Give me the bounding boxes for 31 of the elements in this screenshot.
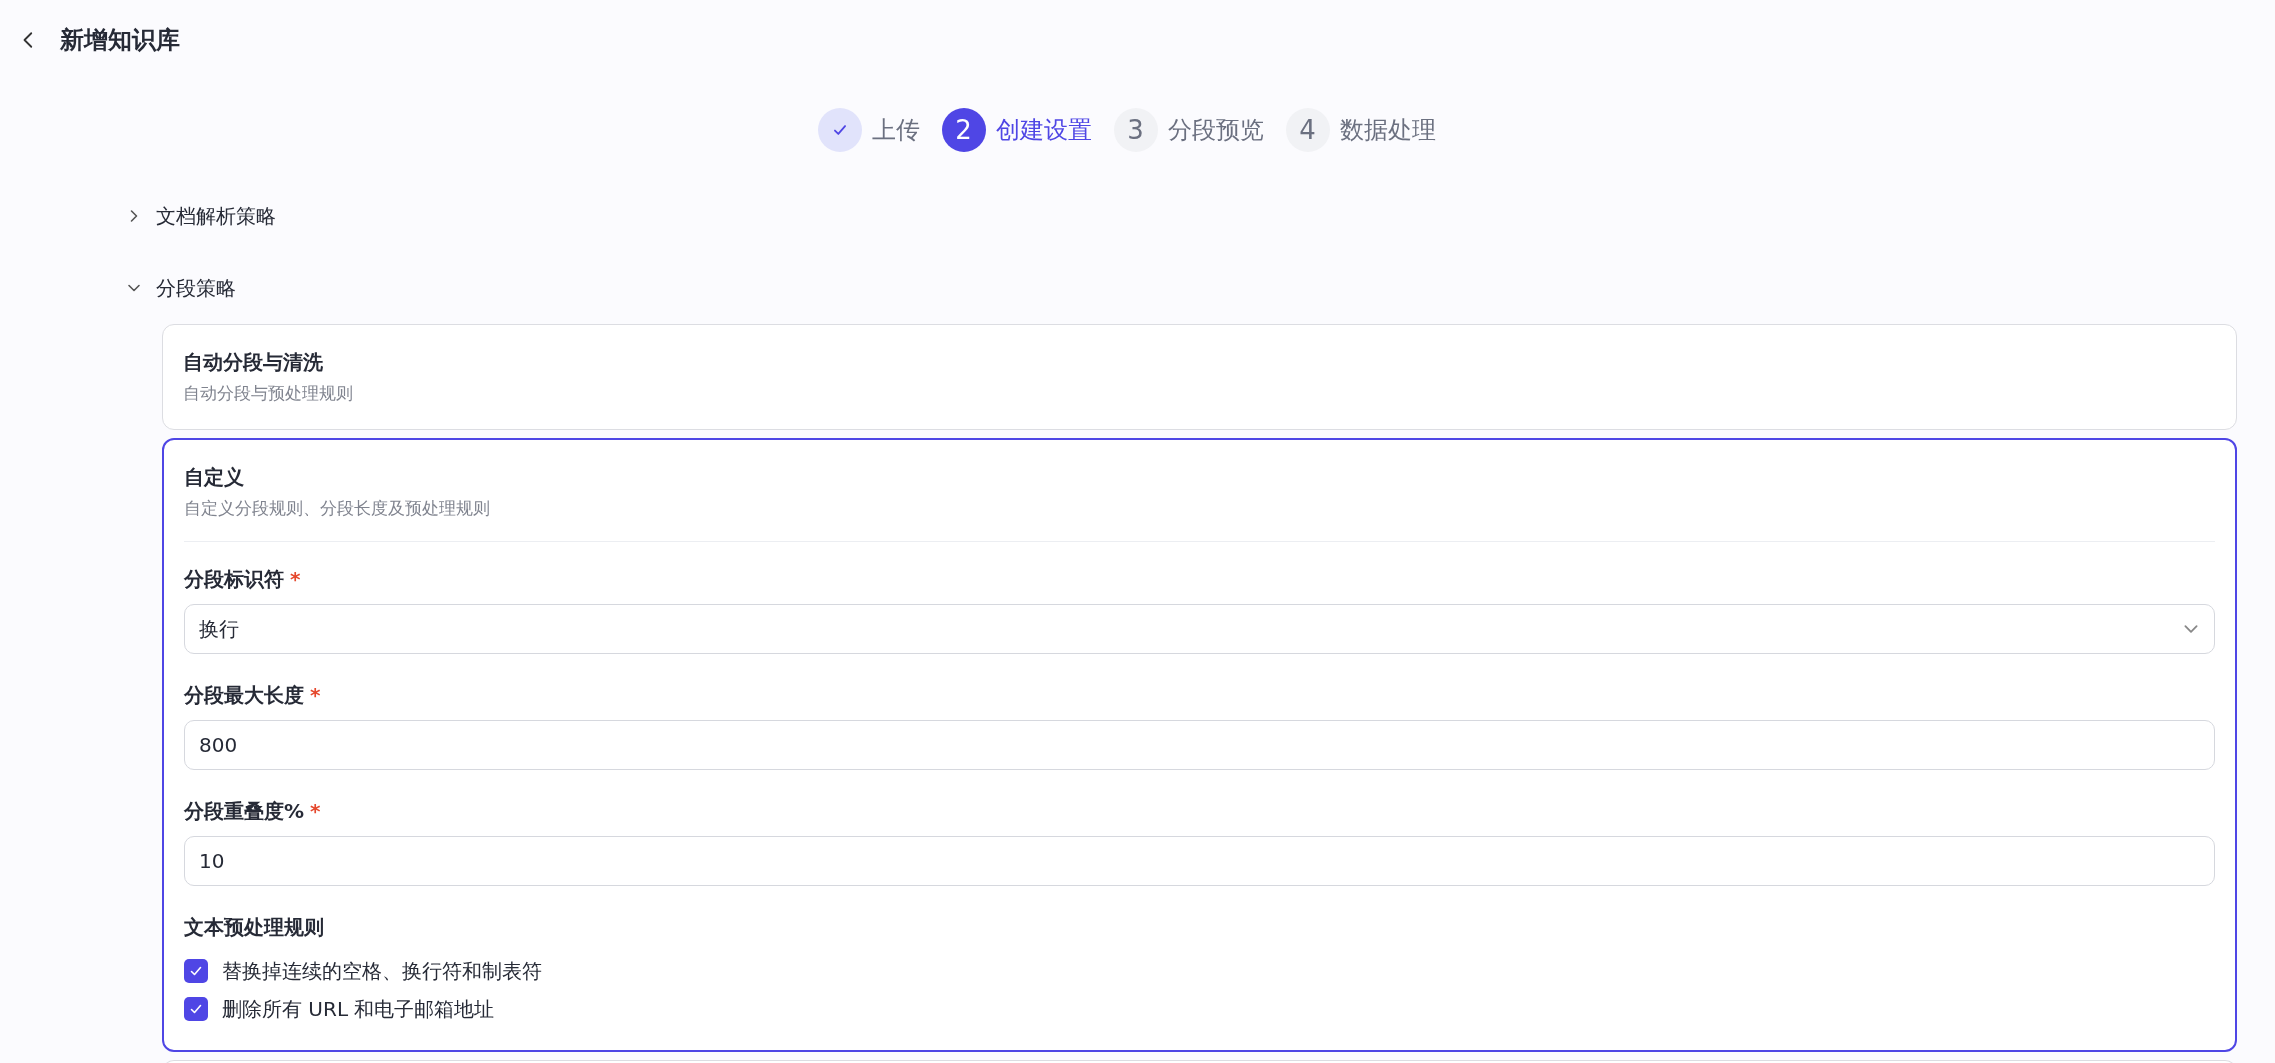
step-label: 创建设置	[995, 115, 1092, 146]
step-label: 数据处理	[1339, 115, 1436, 146]
option-description: 自动分段与预处理规则	[183, 382, 354, 405]
step-circle[interactable]: 2	[941, 108, 986, 152]
checkbox-label: 删除所有 URL 和电子邮箱地址	[222, 996, 495, 1023]
option-title: 自定义	[184, 463, 245, 491]
checkbox[interactable]	[184, 959, 208, 983]
option-description: 自定义分段规则、分段长度及预处理规则	[184, 496, 491, 520]
checkbox[interactable]	[184, 997, 208, 1021]
option-card[interactable]: 自动分段与清洗 自动分段与预处理规则	[162, 324, 2237, 430]
step-check-icon[interactable]	[817, 108, 862, 152]
page-title: 新增知识库	[60, 25, 180, 56]
field-label: 分段最大长度	[184, 683, 304, 707]
required-mark: *	[310, 683, 321, 707]
step-label: 上传	[871, 115, 920, 146]
rules-title: 文本预处理规则	[184, 914, 325, 941]
input-field[interactable]: 10	[184, 836, 2215, 886]
option-title: 自动分段与清洗	[183, 349, 324, 376]
step-circle[interactable]: 3	[1113, 108, 1158, 152]
step-label: 分段预览	[1167, 115, 1264, 146]
input-field[interactable]: 800	[184, 720, 2215, 770]
required-mark: *	[290, 567, 301, 591]
section-toggle[interactable]: 文档解析策略	[156, 201, 276, 231]
field-label: 分段重叠度%	[184, 799, 305, 823]
select-field[interactable]: 换行	[184, 604, 2215, 654]
step-circle[interactable]: 4	[1285, 108, 1330, 152]
option-card[interactable]: 自定义 自定义分段规则、分段长度及预处理规则 分段标识符 * 换行 分段最大长度 * 800 分段重叠度% * 10 文本预处理规则 替换掉连续的空格、换行符和制表符 删除所有 URL 和电子邮箱地址	[162, 437, 2237, 1052]
required-mark: *	[310, 799, 321, 823]
checkbox-label: 替换掉连续的空格、换行符和制表符	[222, 958, 542, 985]
section-toggle[interactable]: 分段策略	[156, 273, 236, 303]
field-label: 分段标识符	[184, 567, 284, 591]
